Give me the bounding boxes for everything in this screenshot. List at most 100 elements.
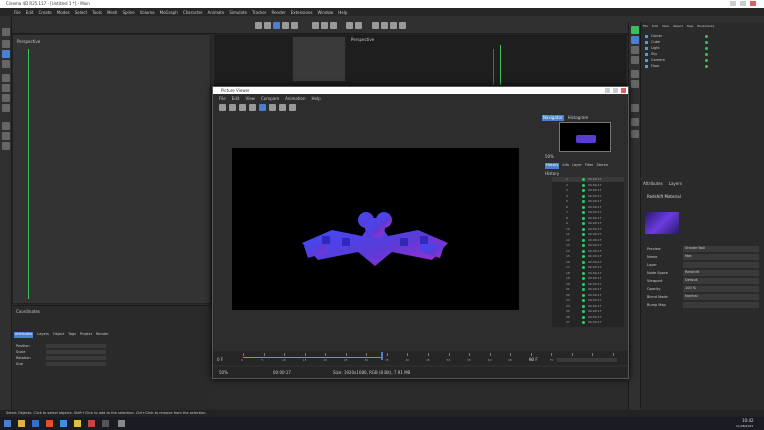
close-button[interactable] (750, 1, 756, 6)
history-row[interactable]: 14 00:00:17 (552, 249, 624, 254)
history-row[interactable]: 2 00:00:17 (552, 183, 624, 188)
perspective-viewport[interactable]: Perspective (12, 34, 211, 304)
history-row[interactable]: 6 00:00:17 (552, 205, 624, 210)
top-viewport[interactable]: Perspective (214, 34, 627, 86)
attr-field-value[interactable]: Mat (683, 254, 759, 260)
scale-tool-icon[interactable] (2, 50, 10, 58)
coord-tab-object[interactable]: Object (53, 332, 64, 338)
points-mode-icon[interactable] (2, 84, 10, 92)
attr-field-value[interactable]: 100 % (683, 286, 759, 292)
pv-menu-help[interactable]: Help (312, 96, 321, 101)
menu-item-spline[interactable]: Spline (122, 10, 134, 15)
coord-tab-tags[interactable]: Tags (68, 332, 76, 338)
pv-subtab-filter[interactable]: Filter (585, 163, 594, 169)
compare-icon[interactable] (269, 104, 276, 111)
undo-icon[interactable] (255, 22, 262, 29)
content-browser-icon[interactable] (631, 36, 639, 44)
render-settings-icon[interactable] (631, 118, 639, 126)
history-row[interactable]: 11 00:00:17 (552, 232, 624, 237)
obj-menu-tags[interactable]: Tags (687, 24, 694, 30)
pv-menu-compare[interactable]: Compare (261, 96, 279, 101)
maximize-button[interactable] (740, 1, 746, 6)
history-row[interactable]: 4 00:00:17 (552, 194, 624, 199)
menu-item-tools[interactable]: Tools (92, 10, 102, 15)
open-icon[interactable] (229, 104, 236, 111)
menu-item-render[interactable]: Render (271, 10, 285, 15)
history-row[interactable]: 22 00:00:17 (552, 293, 624, 298)
tab-histogram[interactable]: Histogram (568, 115, 589, 121)
axis-z-icon[interactable] (330, 22, 337, 29)
obj-menu-edit[interactable]: Edit (652, 24, 658, 30)
cube-icon[interactable] (372, 22, 379, 29)
mail-icon[interactable] (60, 420, 67, 427)
history-row[interactable]: 19 00:00:17 (552, 276, 624, 281)
axis-y-icon[interactable] (321, 22, 328, 29)
history-row[interactable]: 23 00:00:17 (552, 298, 624, 303)
menu-item-mesh[interactable]: Mesh (107, 10, 118, 15)
pv-subtab-history[interactable]: History (545, 163, 560, 169)
menu-item-character[interactable]: Character (183, 10, 203, 15)
frame-end[interactable]: 90 F (529, 357, 538, 362)
edge-icon[interactable] (32, 420, 39, 427)
menu-item-select[interactable]: Select (75, 10, 87, 15)
attr-field-value[interactable]: Default (683, 278, 759, 284)
obj-menu-object[interactable]: Object (673, 24, 683, 30)
stop-icon[interactable] (239, 104, 246, 111)
tab-layers[interactable]: Layers (669, 181, 682, 186)
region-render-icon[interactable] (259, 104, 266, 111)
move-icon[interactable] (273, 22, 280, 29)
color-picker-icon[interactable] (279, 104, 286, 111)
navigator-thumbnail[interactable] (559, 122, 611, 152)
tab-attributes[interactable]: Attributes (643, 181, 663, 186)
menu-item-volume[interactable]: Volume (140, 10, 155, 15)
polygons-mode-icon[interactable] (2, 104, 10, 112)
coord-tab-project[interactable]: Project (80, 332, 92, 338)
history-row[interactable]: 7 00:00:17 (552, 210, 624, 215)
redo-icon[interactable] (264, 22, 271, 29)
snap-icon[interactable] (2, 122, 10, 130)
explorer-icon[interactable] (18, 420, 25, 427)
attr-field-value[interactable] (683, 302, 759, 308)
menu-item-tracker[interactable]: Tracker (252, 10, 266, 15)
cinema4d-taskbar-icon[interactable] (102, 420, 109, 427)
coord-row-field[interactable] (46, 344, 106, 348)
history-row[interactable]: 16 00:00:17 (552, 260, 624, 265)
history-row[interactable]: 8 00:00:17 (552, 216, 624, 221)
histogram-icon[interactable] (289, 104, 296, 111)
history-row[interactable]: 5 00:00:17 (552, 199, 624, 204)
playback-controls[interactable] (557, 358, 617, 362)
history-row[interactable]: 9 00:00:17 (552, 221, 624, 226)
axis-x-icon[interactable] (312, 22, 319, 29)
history-row[interactable]: 17 00:00:17 (552, 265, 624, 270)
pv-subtab-stereo[interactable]: Stereo (597, 163, 608, 169)
menu-item-extensions[interactable]: Extensions (291, 10, 313, 15)
pv-zoom-value[interactable]: 50% (545, 154, 554, 159)
object-row[interactable]: Floor (645, 64, 761, 70)
folder-icon[interactable] (74, 420, 81, 427)
coord-row-field[interactable] (46, 362, 106, 366)
pv-menu-animation[interactable]: Animation (285, 96, 305, 101)
menu-item-animate[interactable]: Animate (208, 10, 225, 15)
history-row[interactable]: 25 00:00:17 (552, 309, 624, 314)
start-icon[interactable] (4, 420, 11, 427)
save-icon[interactable] (219, 104, 226, 111)
pv-subtab-info[interactable]: Info (562, 163, 569, 169)
structure-icon[interactable] (631, 70, 639, 78)
model-mode-icon[interactable] (2, 74, 10, 82)
attr-field-value[interactable]: Redshift (683, 270, 759, 276)
edges-mode-icon[interactable] (2, 94, 10, 102)
brush-icon[interactable] (2, 132, 10, 140)
coord-tab-attributes[interactable]: Attributes (14, 332, 34, 338)
render-icon[interactable] (249, 104, 256, 111)
coord-row-field[interactable] (46, 356, 106, 360)
pv-menu-edit[interactable]: Edit (232, 96, 240, 101)
attr-field-value[interactable]: Normal (683, 294, 759, 300)
obj-menu-bookmarks[interactable]: Bookmarks (697, 24, 714, 30)
history-row[interactable]: 10 00:00:17 (552, 227, 624, 232)
render-view-icon[interactable] (346, 22, 353, 29)
history-row[interactable]: 26 00:00:17 (552, 315, 624, 320)
frame-start[interactable]: 0 F (217, 357, 223, 362)
material-icon[interactable] (631, 80, 639, 88)
history-row[interactable]: 20 00:00:17 (552, 282, 624, 287)
takes-icon[interactable] (631, 46, 639, 54)
